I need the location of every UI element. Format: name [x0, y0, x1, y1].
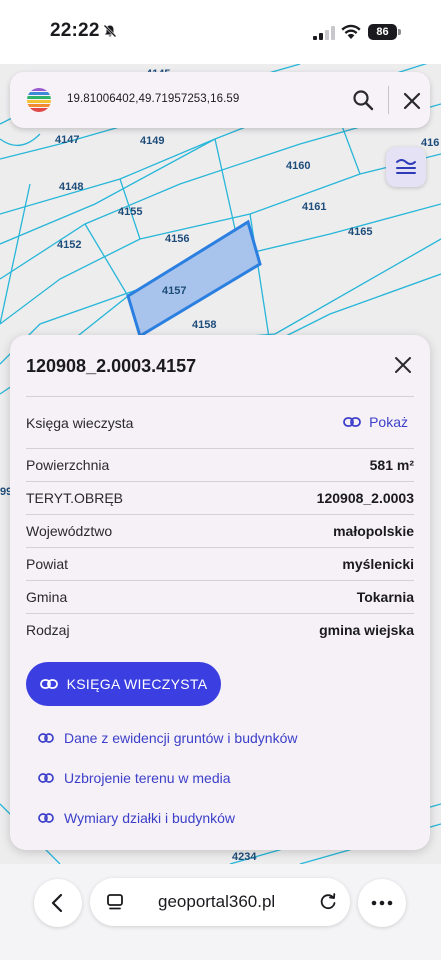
row-value: 581 m² — [369, 457, 414, 473]
parcel-label[interactable]: 4165 — [348, 226, 372, 238]
search-input[interactable]: 19.81006402,49.71957253,16.59 — [67, 93, 239, 105]
battery-level: 86 — [368, 24, 397, 40]
back-button[interactable] — [34, 879, 82, 927]
info-row-type: Rodzaj gmina wiejska — [26, 614, 414, 647]
cadastre-data-link-label[interactable]: Dane z ewidencji gruntów i budynków — [64, 730, 297, 746]
dimensions-link[interactable]: Wymiary działki i budynków — [38, 810, 235, 826]
search-divider — [388, 86, 389, 114]
link-icon — [343, 417, 361, 427]
parcel-label[interactable]: 4155 — [118, 206, 142, 218]
row-label: Księga wieczysta — [26, 415, 134, 431]
row-label: Powierzchnia — [26, 457, 110, 473]
row-label: TERYT.OBRĘB — [26, 490, 123, 506]
parcel-label[interactable]: 4148 — [59, 181, 83, 193]
link-icon — [38, 733, 54, 743]
parcel-label-selected[interactable]: 4157 — [162, 285, 186, 297]
parcel-label[interactable]: 4160 — [286, 160, 310, 172]
land-register-button-label[interactable]: KSIĘGA WIECZYSTA — [67, 676, 208, 692]
info-row-land-register: Księga wieczysta Pokaż — [26, 403, 414, 449]
utilities-link[interactable]: Uzbrojenie terenu w media — [38, 770, 231, 786]
row-label: Województwo — [26, 523, 113, 539]
search-bar[interactable]: 19.81006402,49.71957253,16.59 — [10, 72, 430, 128]
more-icon — [371, 900, 393, 906]
parcel-label[interactable]: 4149 — [140, 135, 164, 147]
parcel-info-panel: 120908_2.0003.4157 Księga wieczysta Poka… — [10, 335, 430, 850]
browser-toolbar: geoportal360.pl — [0, 864, 441, 960]
show-land-register-link[interactable]: Pokaż — [343, 414, 408, 430]
parcel-label[interactable]: 4158 — [192, 319, 216, 331]
layers-button[interactable] — [386, 147, 426, 187]
info-row-commune: Gmina Tokarnia — [26, 581, 414, 614]
panel-title: 120908_2.0003.4157 — [26, 356, 197, 376]
back-chevron-icon — [51, 893, 63, 913]
row-value: małopolskie — [333, 523, 414, 539]
panel-divider — [26, 396, 414, 397]
show-link-label[interactable]: Pokaż — [369, 414, 408, 430]
bell-slash-icon — [103, 24, 117, 38]
tabs-icon[interactable] — [106, 893, 124, 911]
link-icon — [38, 773, 54, 783]
row-value: myślenicki — [342, 556, 414, 572]
row-label: Gmina — [26, 589, 68, 605]
battery-indicator: 86 — [368, 24, 401, 40]
land-register-button[interactable]: KSIĘGA WIECZYSTA — [26, 662, 221, 706]
info-row-county: Powiat myślenicki — [26, 548, 414, 581]
signal-icon — [313, 26, 335, 40]
status-bar: 22:22 86 — [0, 0, 441, 64]
parcel-label[interactable]: 416 — [421, 137, 439, 149]
row-label: Rodzaj — [26, 622, 70, 638]
row-value: gmina wiejska — [319, 622, 414, 638]
dimensions-link-label[interactable]: Wymiary działki i budynków — [64, 810, 235, 826]
logo-icon — [27, 88, 51, 112]
url-text[interactable]: geoportal360.pl — [158, 892, 275, 912]
info-row-teryt: TERYT.OBRĘB 120908_2.0003 — [26, 482, 414, 515]
close-icon[interactable] — [402, 91, 422, 111]
info-row-area: Powierzchnia 581 m² — [26, 449, 414, 482]
more-button[interactable] — [358, 879, 406, 927]
parcel-label[interactable]: 4147 — [55, 134, 79, 146]
cadastre-data-link[interactable]: Dane z ewidencji gruntów i budynków — [38, 730, 297, 746]
parcel-label[interactable]: 4234 — [232, 851, 256, 863]
battery-tip — [398, 29, 401, 35]
status-time: 22:22 — [50, 20, 100, 41]
reload-icon[interactable] — [318, 892, 338, 912]
row-value: Tokarnia — [356, 589, 414, 605]
close-icon[interactable] — [394, 356, 412, 374]
layers-icon — [396, 159, 416, 174]
row-value: 120908_2.0003 — [316, 490, 414, 506]
parcel-label[interactable]: 4161 — [302, 201, 326, 213]
parcel-label[interactable]: 4152 — [57, 239, 81, 251]
link-icon — [38, 813, 54, 823]
address-bar[interactable]: geoportal360.pl — [90, 878, 350, 926]
row-label: Powiat — [26, 556, 69, 572]
search-icon[interactable] — [352, 89, 374, 111]
utilities-link-label[interactable]: Uzbrojenie terenu w media — [64, 770, 231, 786]
parcel-label[interactable]: 4156 — [165, 233, 189, 245]
wifi-icon — [341, 24, 361, 39]
link-icon — [39, 679, 58, 689]
info-row-voivodeship: Województwo małopolskie — [26, 515, 414, 548]
